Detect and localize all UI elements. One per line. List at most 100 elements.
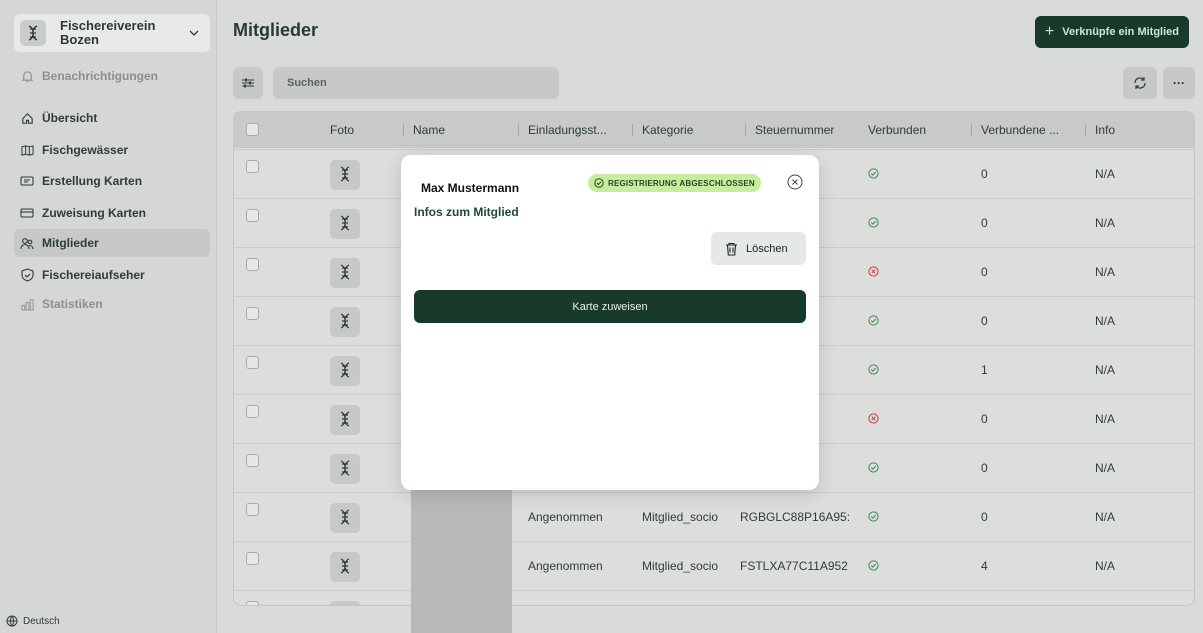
member-photo (330, 552, 360, 582)
sidebar-item-statistics[interactable]: Statistiken (14, 290, 210, 318)
dna-placeholder-icon (339, 165, 351, 185)
dna-placeholder-icon (339, 214, 351, 234)
sidebar-item-members[interactable]: Mitglieder (14, 229, 210, 257)
connected-count: 1 (981, 363, 988, 377)
card-icon (20, 206, 34, 220)
check-circle-icon (868, 168, 879, 182)
check-circle-icon (594, 178, 604, 188)
search-input[interactable]: Suchen (273, 67, 559, 99)
tax-number: FSTLXA77C11A952 (740, 559, 848, 573)
row-checkbox[interactable] (246, 160, 259, 173)
refresh-button[interactable] (1123, 67, 1157, 99)
select-all-checkbox[interactable] (246, 123, 259, 136)
sidebar-item-waters[interactable]: Fischgewässer (14, 136, 210, 164)
connected-count: 0 (981, 216, 988, 230)
column-header[interactable]: Kategorie (631, 123, 693, 137)
sliders-icon (242, 78, 254, 88)
info: N/A (1095, 265, 1116, 279)
sidebar-item-assign-cards[interactable]: Zuweisung Karten (14, 199, 210, 227)
sidebar-item-notifications[interactable]: Benachrichtigungen (14, 62, 210, 90)
bar-chart-icon (20, 297, 34, 311)
table-row[interactable]: AngenommenMitglied_socioPCHCRS81D18A95:0… (234, 590, 1194, 605)
member-photo (330, 209, 360, 239)
row-checkbox[interactable] (246, 405, 259, 418)
delete-label: Löschen (746, 242, 788, 255)
info: N/A (1095, 167, 1116, 181)
pagination-bar (434, 616, 1203, 633)
member-photo (330, 503, 360, 533)
member-photo (330, 160, 360, 190)
table-row[interactable]: Angenommen Mitglied_socio RGBGLC88P16A95: 0… (234, 492, 1194, 541)
trash-icon (726, 242, 737, 256)
row-checkbox[interactable] (246, 209, 259, 222)
map-icon (20, 143, 34, 157)
column-header[interactable]: Steuernummer (744, 123, 834, 137)
column-header[interactable]: Name (402, 123, 445, 137)
sidebar-item-label: Fischgewässer (42, 143, 129, 157)
row-checkbox[interactable] (246, 503, 259, 516)
row-checkbox[interactable] (246, 307, 259, 320)
more-options-button[interactable]: ··· (1163, 67, 1195, 99)
globe-icon (6, 615, 18, 627)
invitation-status: Angenommen (528, 510, 603, 524)
connected-count: 4 (981, 559, 988, 573)
row-checkbox[interactable] (246, 552, 259, 565)
member-photo (330, 307, 360, 337)
member-photo (330, 258, 360, 288)
sidebar-item-create-cards[interactable]: Erstellung Karten (14, 167, 210, 195)
language-selector[interactable]: Deutsch (6, 615, 60, 627)
row-checkbox[interactable] (246, 356, 259, 369)
refresh-icon (1134, 77, 1146, 89)
connected-count: 0 (981, 412, 988, 426)
member-name: Max Mustermann (421, 181, 520, 195)
sidebar-item-label: Zuweisung Karten (42, 206, 147, 220)
column-header[interactable]: Foto (330, 123, 354, 137)
table-header: Foto Name Einladungsst... Kategorie Steu… (234, 112, 1194, 148)
info: N/A (1095, 216, 1116, 230)
dna-placeholder-icon (339, 508, 351, 528)
connected-count: 0 (981, 461, 988, 475)
column-header[interactable]: Verbunden (868, 123, 926, 137)
dna-placeholder-icon (339, 410, 351, 430)
page-title: Mitglieder (233, 20, 319, 40)
member-photo (330, 601, 360, 605)
sidebar-item-overview[interactable]: Übersicht (14, 104, 210, 132)
connected-count: 0 (981, 510, 988, 524)
dna-placeholder-icon (339, 312, 351, 332)
x-circle-icon (868, 266, 879, 280)
row-checkbox[interactable] (246, 601, 259, 605)
sidebar-item-label: Erstellung Karten (42, 174, 143, 188)
delete-button[interactable]: Löschen (711, 232, 806, 265)
member-photo (330, 454, 360, 484)
chevron-down-icon (189, 30, 199, 36)
row-checkbox[interactable] (246, 258, 259, 271)
column-header[interactable]: Verbundene ... (970, 123, 1059, 137)
link-member-button[interactable]: + Verknüpfe ein Mitglied (1034, 16, 1189, 48)
ellipsis-icon: ··· (1173, 76, 1185, 90)
plus-icon: + (1044, 23, 1055, 40)
row-checkbox[interactable] (246, 454, 259, 467)
modal-subtitle: Infos zum Mitglied (414, 205, 519, 219)
table-row[interactable]: Angenommen Mitglied_socio FSTLXA77C11A952 4… (234, 541, 1194, 590)
sidebar-item-wardens[interactable]: Fischereiaufseher (14, 261, 210, 289)
language-label: Deutsch (23, 615, 60, 627)
sidebar-item-label: Übersicht (42, 111, 98, 125)
invitation-status: Angenommen (528, 559, 603, 573)
connected-count: 0 (981, 167, 988, 181)
sidebar-item-label: Benachrichtigungen (42, 69, 159, 83)
filter-button[interactable] (233, 67, 263, 99)
check-circle-icon (868, 217, 879, 231)
info: N/A (1095, 510, 1116, 524)
tax-number: RGBGLC88P16A95: (740, 510, 851, 524)
assign-card-button[interactable]: Karte zuweisen (414, 290, 806, 323)
column-header[interactable]: Einladungsst... (518, 123, 607, 137)
close-icon[interactable] (787, 174, 803, 190)
org-switcher[interactable]: Fischereiverein Bozen (14, 14, 210, 52)
member-photo (330, 356, 360, 386)
column-header[interactable]: Info (1084, 123, 1115, 137)
link-member-label: Verknüpfe ein Mitglied (1062, 26, 1179, 38)
check-circle-icon (868, 315, 879, 329)
sidebar-item-label: Mitglieder (42, 236, 99, 250)
sidebar: Fischereiverein Bozen Benachrichtigungen… (0, 0, 217, 633)
assign-card-label: Karte zuweisen (572, 300, 648, 313)
